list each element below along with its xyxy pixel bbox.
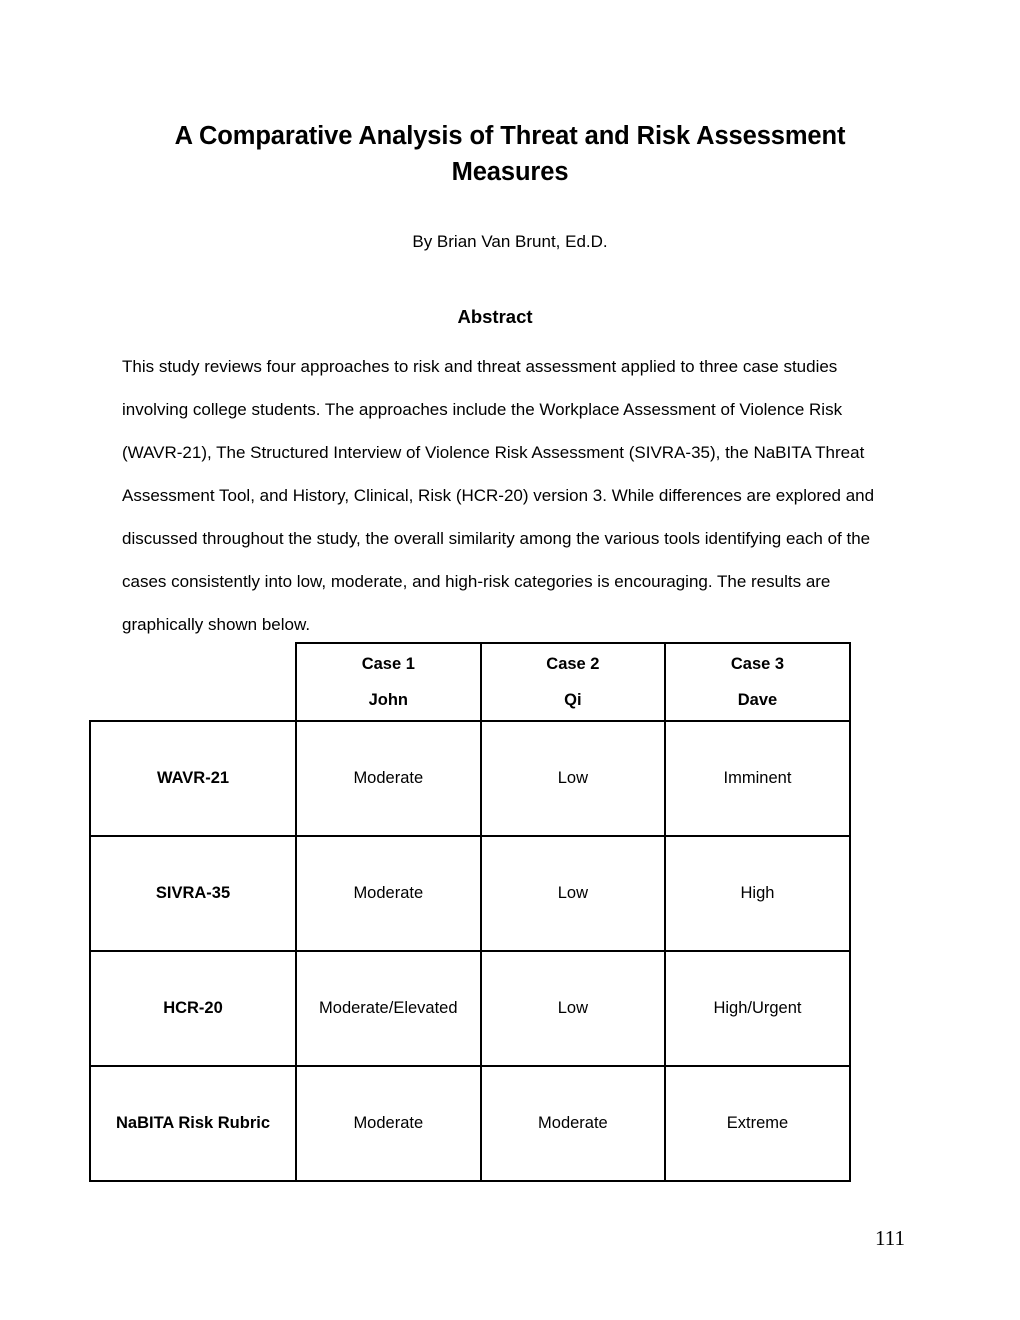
table-cell: Moderate: [295, 720, 482, 837]
table-column-header-case-3: Case 3 Dave: [664, 642, 851, 722]
table-cell: Moderate: [479, 1065, 667, 1182]
table-cell: Extreme: [664, 1065, 851, 1182]
table-body: WAVR-21 Moderate Low Imminent SIVRA-35 M…: [89, 720, 851, 1182]
table-corner-cell: [90, 643, 296, 721]
table-cell: High: [664, 835, 851, 952]
results-table: Case 1 John Case 2 Qi Case 3 Dave WAVR-2…: [89, 642, 851, 1182]
table-cell: Moderate: [295, 835, 482, 952]
table-cell: High/Urgent: [664, 950, 851, 1067]
table-row: NaBITA Risk Rubric Moderate Moderate Ext…: [89, 1065, 851, 1182]
author-byline: By Brian Van Brunt, Ed.D.: [412, 232, 608, 251]
row-label-wavr-21: WAVR-21: [89, 720, 297, 837]
table-header: Case 1 John Case 2 Qi Case 3 Dave: [90, 642, 851, 722]
table-column-header-case-2: Case 2 Qi: [479, 642, 667, 722]
case-number-label: Case 2: [546, 655, 600, 673]
table-cell: Moderate: [295, 1065, 482, 1182]
page-title: A Comparative Analysis of Threat and Ris…: [174, 122, 846, 187]
abstract-heading: Abstract: [457, 306, 533, 327]
row-label-sivra-35: SIVRA-35: [89, 835, 297, 952]
table-row: HCR-20 Moderate/Elevated Low High/Urgent: [89, 950, 851, 1067]
table-cell: Low: [479, 835, 667, 952]
table-cell: Low: [479, 950, 667, 1067]
table-row: SIVRA-35 Moderate Low High: [89, 835, 851, 952]
row-label-hcr-20: HCR-20: [89, 950, 297, 1067]
page-number: 111: [875, 1226, 905, 1250]
table-cell: Moderate/Elevated: [295, 950, 482, 1067]
table-header-row: Case 1 John Case 2 Qi Case 3 Dave: [90, 642, 851, 722]
document-page: A Comparative Analysis of Threat and Ris…: [0, 0, 1020, 1320]
table-cell: Low: [479, 720, 667, 837]
table-column-header-case-1: Case 1 John: [295, 642, 482, 722]
case-name-label: Qi: [564, 691, 582, 709]
case-name-label: Dave: [737, 691, 778, 709]
case-number-label: Case 1: [361, 655, 415, 673]
table-cell: Imminent: [664, 720, 851, 837]
abstract-paragraph: This study reviews four approaches to ri…: [122, 357, 875, 634]
abstract-body: This study reviews four approaches to ri…: [122, 345, 897, 646]
case-number-label: Case 3: [730, 655, 785, 673]
case-name-label: John: [368, 691, 408, 709]
row-label-nabita-risk-rubric: NaBITA Risk Rubric: [89, 1065, 297, 1182]
table-row: WAVR-21 Moderate Low Imminent: [89, 720, 851, 837]
